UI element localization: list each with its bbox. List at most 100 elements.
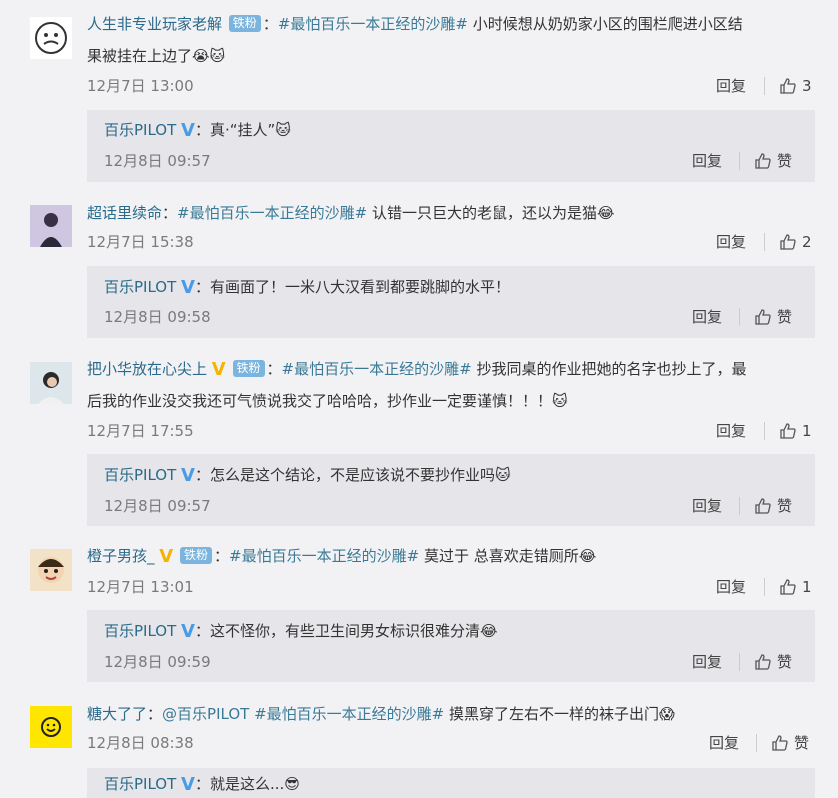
reply-label: 回复: [692, 152, 723, 170]
separator: ：: [194, 121, 210, 139]
avatar[interactable]: [30, 362, 72, 404]
divider: [739, 653, 740, 671]
reply-timestamp: 12月8日 09:57: [104, 497, 211, 515]
thumbs-up-icon: [780, 579, 796, 595]
avatar[interactable]: [30, 706, 72, 748]
like-label: 赞: [777, 152, 793, 170]
like-count: 1: [802, 578, 812, 596]
timestamp: 12月7日 13:00: [87, 77, 194, 95]
comment-text: 把小华放在心尖上 V 铁粉 ：#最怕百乐一本正经的沙雕# 抄我同桌的作业把她的名字…: [87, 354, 818, 385]
username-link[interactable]: 糖大了了: [87, 705, 147, 723]
fan-badge: 铁粉: [232, 360, 265, 377]
fan-badge: 铁粉: [228, 15, 261, 32]
verified-icon: V: [181, 621, 195, 642]
like-button[interactable]: 3: [779, 76, 812, 96]
thumbs-up-icon: [780, 78, 796, 94]
verified-icon: V: [211, 359, 226, 380]
reply-text: 百乐PILOT V：这不怪你，有些卫生间男女标识很难分清😂: [104, 619, 498, 644]
reply-body: 这不怪你，有些卫生间男女标识很难分清😂: [210, 622, 498, 640]
timestamp: 12月7日 17:55: [87, 422, 194, 440]
reply-button[interactable]: 回复: [716, 232, 746, 252]
reply-label: 回复: [692, 653, 723, 671]
comment-text: 人生非专业玩家老解 铁粉 ：#最怕百乐一本正经的沙雕# 小时候想从奶奶家小区的围栏…: [87, 9, 818, 39]
reply-username-link[interactable]: 百乐PILOT: [104, 466, 176, 484]
divider: [764, 578, 765, 596]
reply-button[interactable]: 回复: [716, 421, 746, 441]
like-button[interactable]: 2: [779, 232, 812, 252]
username-link[interactable]: 橙子男孩_: [87, 547, 155, 565]
reply-text: 百乐PILOT V：真·“挂人”🐱: [104, 118, 291, 143]
like-button[interactable]: 1: [779, 577, 812, 597]
reply-label: 回复: [716, 233, 747, 251]
topic-link[interactable]: #最怕百乐一本正经的沙雕#: [249, 705, 444, 723]
divider: [764, 233, 765, 251]
reply-username-link[interactable]: 百乐PILOT: [104, 278, 176, 296]
like-button[interactable]: 1: [779, 421, 812, 441]
avatar[interactable]: [30, 549, 72, 591]
fan-badge: 铁粉: [180, 547, 213, 564]
reply-button[interactable]: 回复: [716, 577, 746, 597]
like-count: 1: [802, 422, 812, 440]
timestamp: 12月7日 15:38: [87, 233, 194, 251]
reply-button[interactable]: 回复: [692, 496, 722, 516]
reply-label: 回复: [692, 497, 723, 515]
reply-button[interactable]: 回复: [692, 151, 722, 171]
smiley-icon: [30, 706, 72, 748]
separator: ：: [162, 204, 178, 222]
reply-box: 百乐PILOT V：有画面了！一米八大汉看到都要跳脚的水平！ 12月8日 09:…: [87, 266, 815, 338]
reply-body: 真·“挂人”🐱: [210, 121, 291, 139]
like-button[interactable]: 赞: [754, 652, 792, 672]
like-label: 赞: [777, 497, 793, 515]
separator: ：: [147, 705, 163, 723]
reply-timestamp: 12月8日 09:59: [104, 653, 211, 671]
topic-link[interactable]: #最怕百乐一本正经的沙雕#: [229, 547, 419, 565]
reply-body: 怎么是这个结论，不是应该说不要抄作业吗🐱: [210, 466, 511, 484]
reply-label: 回复: [716, 422, 747, 440]
separator: ：: [194, 278, 210, 296]
reply-button[interactable]: 回复: [692, 652, 722, 672]
thumbs-up-icon: [755, 498, 771, 514]
reply-timestamp: 12月8日 09:58: [104, 308, 211, 326]
reply-button[interactable]: 回复: [709, 733, 739, 753]
reply-box: 百乐PILOT V：怎么是这个结论，不是应该说不要抄作业吗🐱 12月8日 09:…: [87, 454, 815, 526]
like-button[interactable]: 赞: [754, 307, 792, 327]
reply-text: 百乐PILOT V：怎么是这个结论，不是应该说不要抄作业吗🐱: [104, 463, 511, 488]
comment-body: 抄我同桌的作业把她的名字也抄上了，最: [471, 360, 747, 378]
username-link[interactable]: 超话里续命: [87, 204, 162, 222]
thumbs-up-icon: [772, 735, 788, 751]
divider: [739, 497, 740, 515]
topic-link[interactable]: #最怕百乐一本正经的沙雕#: [177, 204, 367, 222]
like-label: 赞: [777, 308, 793, 326]
comment-text: 超话里续命：#最怕百乐一本正经的沙雕# 认错一只巨大的老鼠，还以为是猫😂: [87, 198, 818, 228]
username-link[interactable]: 把小华放在心尖上: [87, 360, 207, 378]
mention-link[interactable]: @百乐PILOT: [162, 705, 249, 723]
reply-box: 百乐PILOT V：这不怪你，有些卫生间男女标识很难分清😂 12月8日 09:5…: [87, 610, 815, 682]
verified-icon: V: [159, 546, 174, 567]
reply-username-link[interactable]: 百乐PILOT: [104, 121, 176, 139]
avatar[interactable]: [30, 17, 72, 59]
separator: ：: [214, 547, 230, 565]
reply-button[interactable]: 回复: [692, 307, 722, 327]
topic-link[interactable]: #最怕百乐一本正经的沙雕#: [282, 360, 472, 378]
comment-text: 橙子男孩_ V 铁粉 ：#最怕百乐一本正经的沙雕# 莫过于 总喜欢走错厕所😂: [87, 541, 818, 572]
reply-username-link[interactable]: 百乐PILOT: [104, 775, 176, 793]
divider: [756, 734, 757, 752]
topic-link[interactable]: #最怕百乐一本正经的沙雕#: [278, 15, 468, 33]
separator: ：: [194, 466, 210, 484]
reply-label: 回复: [716, 77, 747, 95]
comment-body: 小时候想从奶奶家小区的围栏爬进小区结: [467, 15, 743, 33]
like-button[interactable]: 赞: [771, 733, 809, 753]
reply-body: 就是这么...😎: [210, 775, 300, 793]
thumbs-up-icon: [755, 153, 771, 169]
like-label: 赞: [777, 653, 793, 671]
username-link[interactable]: 人生非专业玩家老解: [87, 15, 222, 33]
like-button[interactable]: 赞: [754, 151, 792, 171]
avatar[interactable]: [30, 205, 72, 247]
like-button[interactable]: 赞: [754, 496, 792, 516]
comment-text-line2: 果被挂在上边了😭🐱: [87, 47, 226, 65]
divider: [739, 152, 740, 170]
reply-button[interactable]: 回复: [716, 76, 746, 96]
thumbs-up-icon: [780, 234, 796, 250]
reply-username-link[interactable]: 百乐PILOT: [104, 622, 176, 640]
verified-icon: V: [181, 120, 195, 141]
